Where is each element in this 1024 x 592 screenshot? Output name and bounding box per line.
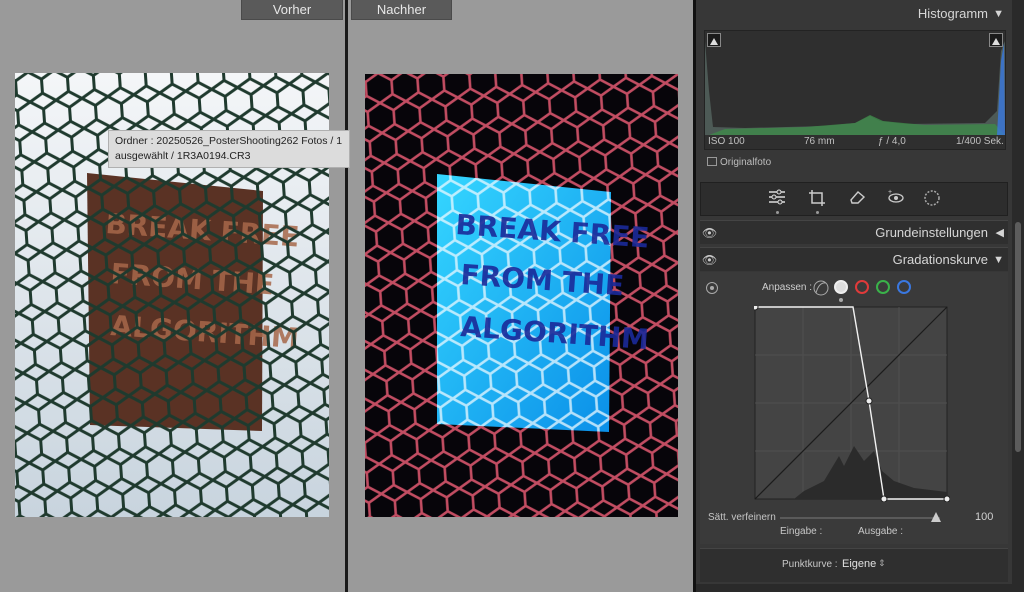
tooltip-line2: ausgewählt / 1R3A0194.CR3 (115, 150, 251, 162)
basic-section-header[interactable]: 👁 Grundeinstellungen ◀ (700, 220, 1008, 244)
curve-section-title: Gradationskurve (892, 252, 988, 267)
after-label: Nachher (351, 0, 452, 20)
folder-tooltip: Ordner : 20250526_PosterShooting262 Foto… (108, 130, 350, 168)
checkbox-icon[interactable] (707, 157, 717, 166)
input-label: Eingabe : (780, 526, 823, 537)
next-section-header[interactable] (696, 584, 1012, 592)
point-curve-label: Punktkurve : (782, 559, 838, 570)
tone-curve-graph[interactable] (754, 306, 950, 502)
eye-icon[interactable]: 👁 (702, 221, 717, 245)
original-photo-label: Originalfoto (720, 157, 772, 168)
tone-curve-panel: Anpassen : Sätt. verfeinern 100 Eingabe … (700, 272, 1008, 544)
eye-icon[interactable]: 👁 (702, 248, 717, 272)
parametric-curve-icon[interactable] (813, 280, 829, 296)
iso-value: ISO 100 (708, 136, 745, 147)
target-adjust-icon[interactable] (706, 282, 718, 294)
green-channel-icon[interactable] (876, 280, 890, 294)
collapse-triangle-icon[interactable]: ▼ (993, 248, 1004, 272)
collapse-triangle-icon[interactable]: ▼ (993, 2, 1004, 26)
histogram-header[interactable]: Histogramm ▼ (696, 2, 1012, 26)
after-photo[interactable]: BREAK FREE FROM THE ALGORITHM (365, 74, 678, 517)
before-label: Vorher (241, 0, 343, 20)
point-curve-row: Punktkurve : Eigene ⇕ (700, 548, 1008, 582)
expand-triangle-icon[interactable]: ◀ (996, 221, 1004, 245)
histogram-title: Histogramm (917, 6, 988, 21)
blue-channel-icon[interactable] (897, 280, 911, 294)
tooltip-line1: Ordner : 20250526_PosterShooting262 Foto… (115, 135, 343, 147)
crop-icon[interactable] (806, 189, 828, 209)
refine-saturation-slider[interactable] (780, 517, 940, 519)
tool-strip: + (700, 182, 1008, 216)
rgb-channel-icon[interactable] (834, 280, 848, 294)
develop-panel: Histogramm ▼ ISO 100 76 mm ƒ / 4,0 1/400… (696, 0, 1012, 592)
active-tool-dot (776, 211, 779, 214)
after-photo-image: BREAK FREE FROM THE ALGORITHM (365, 74, 678, 517)
refine-saturation-value[interactable]: 100 (975, 511, 993, 523)
point-curve-select[interactable]: Eigene (842, 558, 876, 570)
adjust-label: Anpassen : (762, 282, 813, 293)
eraser-icon[interactable] (846, 189, 868, 209)
curve-section-header[interactable]: 👁 Gradationskurve ▼ (700, 247, 1008, 271)
svg-text:+: + (888, 189, 892, 196)
refine-saturation-label: Sätt. verfeinern (708, 512, 776, 523)
sliders-icon[interactable] (766, 189, 788, 209)
masking-icon[interactable] (921, 189, 943, 209)
active-channel-dot (839, 298, 843, 302)
original-photo-checkbox[interactable]: Originalfoto (707, 157, 771, 168)
basic-section-title: Grundeinstellungen (875, 225, 988, 240)
select-chevron-icon[interactable]: ⇕ (878, 558, 886, 569)
aperture-value: ƒ / 4,0 (878, 136, 906, 147)
crop-dot (816, 211, 819, 214)
shutter-speed: 1/400 Sek. (956, 136, 1004, 147)
red-channel-icon[interactable] (855, 280, 869, 294)
output-label: Ausgabe : (858, 526, 904, 537)
focal-length: 76 mm (804, 136, 835, 147)
scrollbar-thumb[interactable] (1015, 222, 1021, 452)
histogram-graph[interactable] (704, 30, 1006, 150)
redeye-icon[interactable]: + (885, 189, 907, 209)
histogram-plot (705, 41, 1005, 135)
